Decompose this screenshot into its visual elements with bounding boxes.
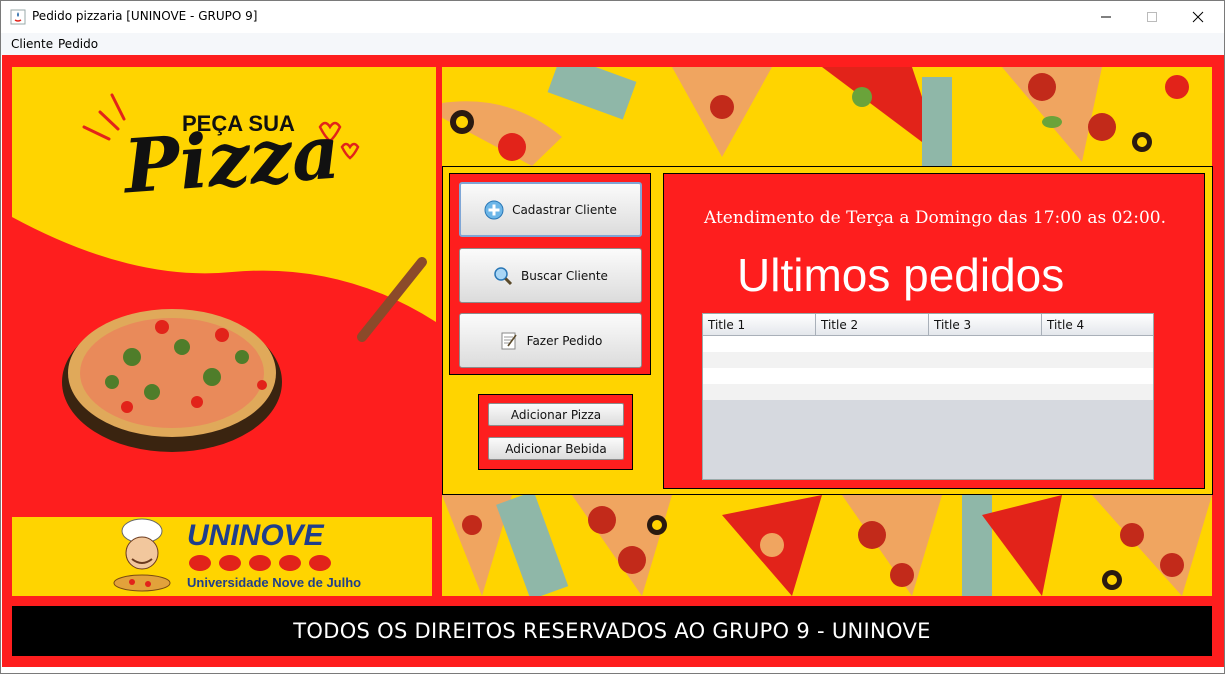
maximize-icon	[1147, 12, 1157, 22]
table-row[interactable]	[703, 384, 1153, 400]
minimize-button[interactable]	[1083, 1, 1129, 33]
add-pizza-button[interactable]: Adicionar Pizza	[488, 403, 624, 426]
search-client-label: Buscar Cliente	[521, 268, 608, 283]
chef-mascot-icon	[113, 518, 171, 592]
table-row[interactable]	[703, 352, 1153, 368]
bottom-edge	[1, 667, 1224, 673]
main-actions-panel: Cadastrar Cliente Buscar Cliente Fazer P…	[449, 173, 651, 375]
pizza-poster: PEÇA SUA Pizza	[12, 67, 436, 515]
orders-table[interactable]: Title 1 Title 2 Title 3 Title 4	[702, 313, 1154, 480]
order-note-icon	[501, 332, 517, 349]
orders-panel: Atendimento de Terça a Domingo das 17:00…	[663, 173, 1205, 489]
add-items-panel: Adicionar Pizza Adicionar Bebida	[478, 394, 633, 470]
search-client-button[interactable]: Buscar Cliente	[459, 248, 642, 303]
column-header[interactable]: Title 1	[703, 314, 816, 336]
column-header[interactable]: Title 3	[929, 314, 1042, 336]
uninove-logo-panel: UNINOVE Universidade Nove de Julho	[12, 517, 432, 596]
place-order-label: Fazer Pedido	[526, 333, 603, 348]
add-user-icon	[484, 200, 504, 219]
search-icon	[494, 266, 513, 285]
window-title: Pedido pizzaria [UNINOVE - GRUPO 9]	[32, 9, 258, 23]
pizza-pattern-top	[442, 67, 1212, 166]
close-icon	[1192, 11, 1204, 23]
burst-lines-icon	[82, 93, 126, 141]
menu-cliente[interactable]: Cliente	[11, 37, 53, 51]
place-order-button[interactable]: Fazer Pedido	[459, 313, 642, 368]
table-row[interactable]	[703, 368, 1153, 384]
opening-hours-text: Atendimento de Terça a Domingo das 17:00…	[704, 208, 1166, 228]
orders-title: Ultimos pedidos	[737, 249, 1065, 301]
title-bar[interactable]: Pedido pizzaria [UNINOVE - GRUPO 9]	[1, 1, 1224, 33]
poster-headline-big: Pizza	[121, 109, 343, 211]
uninove-subtitle: Universidade Nove de Julho	[187, 575, 362, 590]
register-client-label: Cadastrar Cliente	[512, 202, 617, 217]
add-drink-button[interactable]: Adicionar Bebida	[488, 437, 624, 460]
orders-table-header: Title 1 Title 2 Title 3 Title 4	[703, 314, 1153, 336]
footer-banner: TODOS OS DIREITOS RESERVADOS AO GRUPO 9 …	[12, 606, 1212, 656]
app-window: Pedido pizzaria [UNINOVE - GRUPO 9] Clie…	[0, 0, 1225, 674]
pizza-pattern-bottom	[442, 495, 1212, 596]
maximize-button[interactable]	[1129, 1, 1175, 33]
java-icon	[10, 9, 26, 25]
close-button[interactable]	[1175, 1, 1221, 33]
table-row[interactable]	[703, 336, 1153, 352]
register-client-button[interactable]: Cadastrar Cliente	[459, 182, 642, 237]
menu-bar: Cliente Pedido	[1, 33, 1224, 55]
uninove-dots-icon	[189, 555, 331, 571]
column-header[interactable]: Title 4	[1042, 314, 1155, 336]
minimize-icon	[1101, 16, 1111, 18]
uninove-brand: UNINOVE	[187, 519, 324, 552]
menu-pedido[interactable]: Pedido	[58, 37, 98, 51]
column-header[interactable]: Title 2	[816, 314, 929, 336]
